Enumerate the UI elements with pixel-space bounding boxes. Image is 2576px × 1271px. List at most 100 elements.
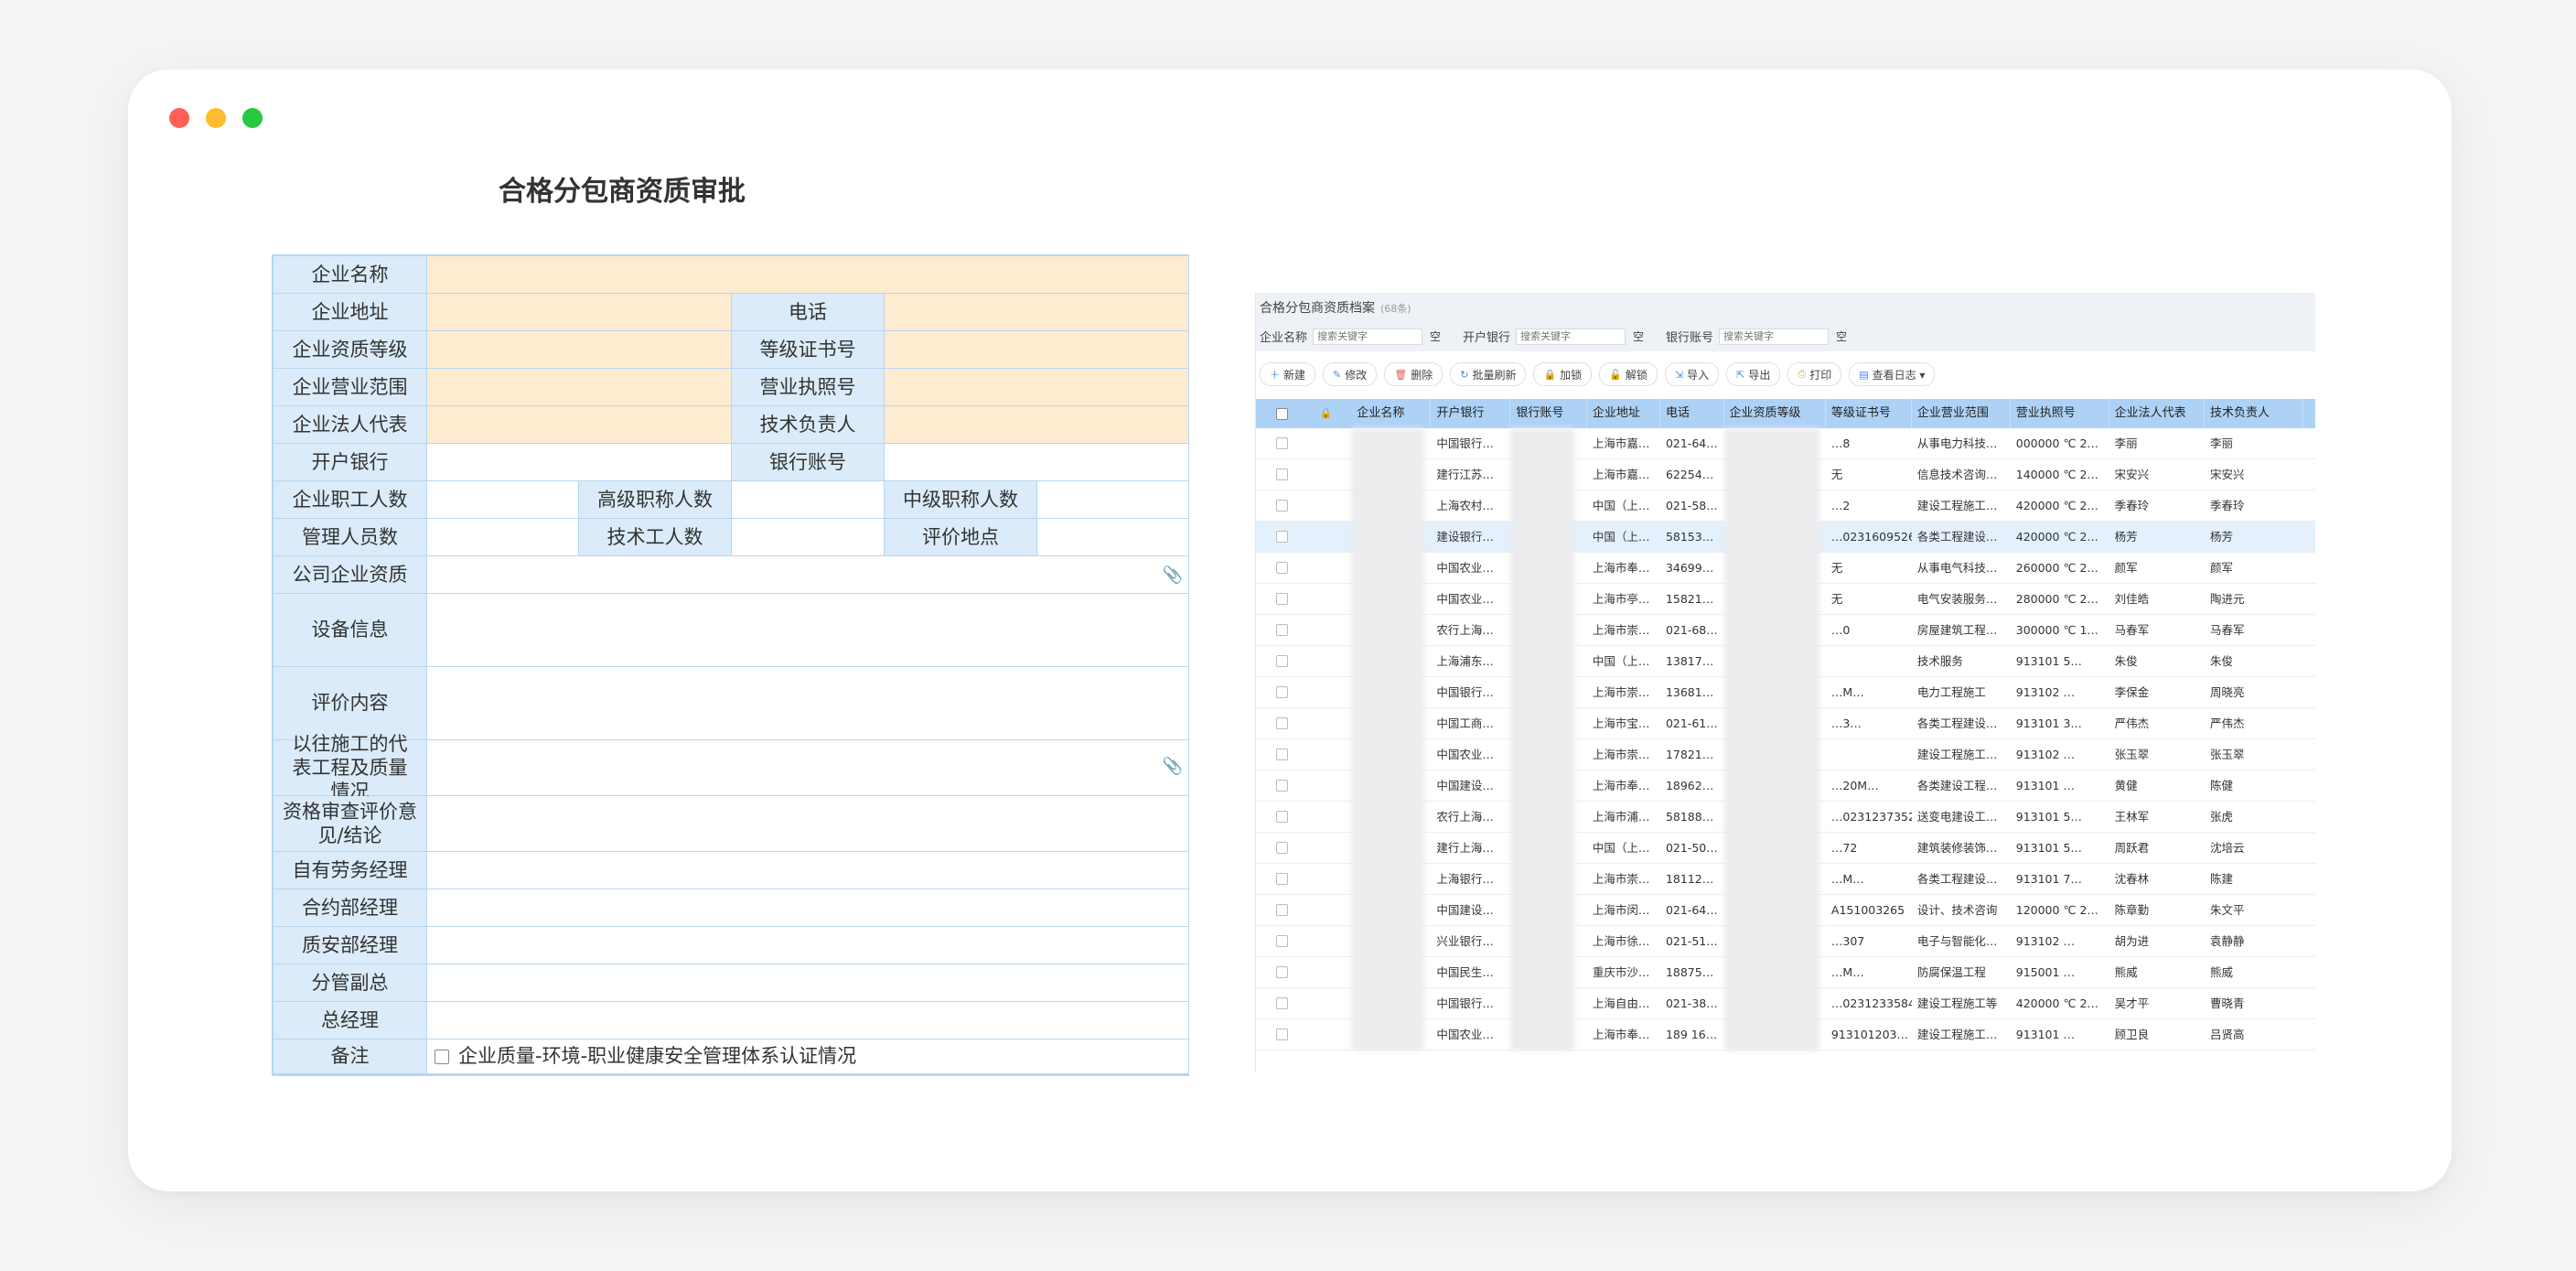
eval-content-field[interactable] xyxy=(427,667,1189,740)
table-cell: 吴才平 xyxy=(2114,996,2150,1010)
row-checkbox[interactable] xyxy=(1276,842,1288,854)
toolbar-button[interactable]: 🗑 删除 xyxy=(1384,362,1444,386)
column-header[interactable]: 银行账号 xyxy=(1510,399,1587,428)
row-checkbox[interactable] xyxy=(1276,904,1288,916)
select-all-checkbox[interactable] xyxy=(1276,408,1288,420)
row-checkbox[interactable] xyxy=(1276,500,1288,512)
toolbar-button[interactable]: 🔓 解锁 xyxy=(1599,362,1658,386)
filter-bank-input[interactable] xyxy=(1516,328,1626,345)
table-cell: 021-64… xyxy=(1665,436,1718,450)
gm-field[interactable] xyxy=(427,1002,1189,1039)
column-header[interactable]: 电话 xyxy=(1660,399,1724,428)
legal-rep-field[interactable] xyxy=(427,406,732,444)
toolbar-button[interactable]: 🔒 加锁 xyxy=(1533,362,1593,386)
table-cell: 中国民生… xyxy=(1436,965,1494,979)
filter-clear-button[interactable]: 空 xyxy=(1633,329,1644,344)
column-header[interactable]: 企业名称 xyxy=(1351,399,1432,428)
row-checkbox[interactable] xyxy=(1276,469,1288,480)
table-cell: 建设工程施工… xyxy=(1916,748,1998,761)
paperclip-icon[interactable]: 📎 xyxy=(1163,757,1183,778)
staff-count-field[interactable] xyxy=(427,481,579,519)
close-window-button[interactable] xyxy=(169,108,189,128)
column-header[interactable]: 等级证书号 xyxy=(1826,399,1912,428)
tech-workers-field[interactable] xyxy=(732,519,885,556)
qual-level-field[interactable] xyxy=(427,331,732,369)
past-projects-field[interactable]: 📎 xyxy=(427,740,1189,796)
table-cell: 信息技术咨询… xyxy=(1916,468,1998,481)
equipment-field[interactable] xyxy=(427,594,1189,667)
account-field[interactable] xyxy=(885,444,1189,481)
column-header[interactable]: 企业营业范围 xyxy=(1912,399,2011,428)
filter-clear-button[interactable]: 空 xyxy=(1430,329,1441,344)
toolbar-button[interactable]: ＋新建 xyxy=(1260,362,1316,386)
tech-lead-field[interactable] xyxy=(885,406,1189,444)
toolbar-button[interactable]: ⎙ 打印 xyxy=(1787,362,1842,386)
row-checkbox[interactable] xyxy=(1276,686,1288,698)
cert-no-field[interactable] xyxy=(885,331,1189,369)
labor-manager-field[interactable] xyxy=(427,852,1189,889)
row-checkbox[interactable] xyxy=(1276,873,1288,885)
table-cell: 中国（上… xyxy=(1592,654,1650,668)
table-cell: 上海浦东… xyxy=(1436,654,1494,668)
table-cell: 913101 5… xyxy=(2015,654,2082,668)
approval-form: 企业名称 企业地址 电话 企业资质等级 等级证书号 企业营业范围 营业执照号 企… xyxy=(272,254,1189,1076)
row-checkbox[interactable] xyxy=(1276,811,1288,823)
row-checkbox[interactable] xyxy=(1276,593,1288,605)
toolbar-button[interactable]: ▤ 查看日志 ▾ xyxy=(1849,362,1936,386)
filter-clear-button[interactable]: 空 xyxy=(1836,329,1847,344)
row-checkbox[interactable] xyxy=(1276,437,1288,449)
table-cell: 021-68… xyxy=(1665,623,1718,637)
row-checkbox[interactable] xyxy=(1276,935,1288,947)
table-cell: 建设工程施工… xyxy=(1916,1028,1998,1041)
table-cell: 送变电建设工… xyxy=(1916,810,1998,824)
address-field[interactable] xyxy=(427,294,732,331)
toolbar-button[interactable]: ✎ 修改 xyxy=(1323,362,1378,386)
table-cell: 李丽 xyxy=(2114,436,2138,450)
safety-manager-field[interactable] xyxy=(427,927,1189,964)
maximize-window-button[interactable] xyxy=(242,108,263,128)
table-cell: 建行江苏… xyxy=(1436,468,1494,481)
vp-field[interactable] xyxy=(427,964,1189,1002)
row-checkbox[interactable] xyxy=(1276,624,1288,636)
business-scope-field[interactable] xyxy=(427,369,732,406)
filter-company-name-input[interactable] xyxy=(1313,328,1423,345)
table-cell: …0231237352 xyxy=(1830,810,1912,824)
company-name-field[interactable] xyxy=(427,256,1189,294)
column-header[interactable]: 技术负责人 xyxy=(2205,399,2303,428)
phone-field[interactable] xyxy=(885,294,1189,331)
filter-account-input[interactable] xyxy=(1719,328,1830,345)
row-checkbox[interactable] xyxy=(1276,562,1288,574)
column-header[interactable]: 开户银行 xyxy=(1431,399,1511,428)
minimize-window-button[interactable] xyxy=(206,108,226,128)
mid-title-field[interactable] xyxy=(1037,481,1189,519)
senior-title-field[interactable] xyxy=(732,481,885,519)
column-header[interactable]: 企业资质等级 xyxy=(1724,399,1826,428)
row-checkbox[interactable] xyxy=(1276,1029,1288,1040)
table-cell: 马春军 xyxy=(2210,623,2245,637)
eval-place-field[interactable] xyxy=(1037,519,1189,556)
toolbar-button[interactable]: ⇱ 导出 xyxy=(1726,362,1781,386)
row-checkbox[interactable] xyxy=(1276,966,1288,978)
row-checkbox[interactable] xyxy=(1276,655,1288,667)
table-cell: 中国（上… xyxy=(1592,499,1650,512)
column-header[interactable]: 企业法人代表 xyxy=(2109,399,2206,428)
row-checkbox[interactable] xyxy=(1276,717,1288,729)
row-checkbox[interactable] xyxy=(1276,997,1288,1009)
review-opinion-field[interactable] xyxy=(427,796,1189,852)
bank-field[interactable] xyxy=(427,444,732,481)
row-checkbox[interactable] xyxy=(1276,531,1288,543)
column-header[interactable]: 营业执照号 xyxy=(2011,399,2109,428)
toolbar-button[interactable]: ↻ 批量刷新 xyxy=(1450,362,1527,386)
row-checkbox[interactable] xyxy=(1276,749,1288,760)
table-cell: 中国农业… xyxy=(1436,592,1494,606)
column-header[interactable]: 企业地址 xyxy=(1587,399,1660,428)
license-no-field[interactable] xyxy=(885,369,1189,406)
paperclip-icon[interactable]: 📎 xyxy=(1163,565,1183,587)
archive-toolbar: ＋新建 ✎ 修改 🗑 删除 ↻ 批量刷新 🔒 加锁 🔓 解锁 ⇲ 导入 ⇱ 导出 ⎙ 打印 ▤ 查看日志 ▾ xyxy=(1260,362,1936,386)
company-qual-field[interactable]: 📎 xyxy=(427,556,1189,594)
mgmt-count-field[interactable] xyxy=(427,519,579,556)
contract-manager-field[interactable] xyxy=(427,889,1189,927)
row-checkbox[interactable] xyxy=(1276,780,1288,792)
toolbar-button[interactable]: ⇲ 导入 xyxy=(1664,362,1720,386)
certification-checkbox[interactable] xyxy=(435,1049,449,1064)
